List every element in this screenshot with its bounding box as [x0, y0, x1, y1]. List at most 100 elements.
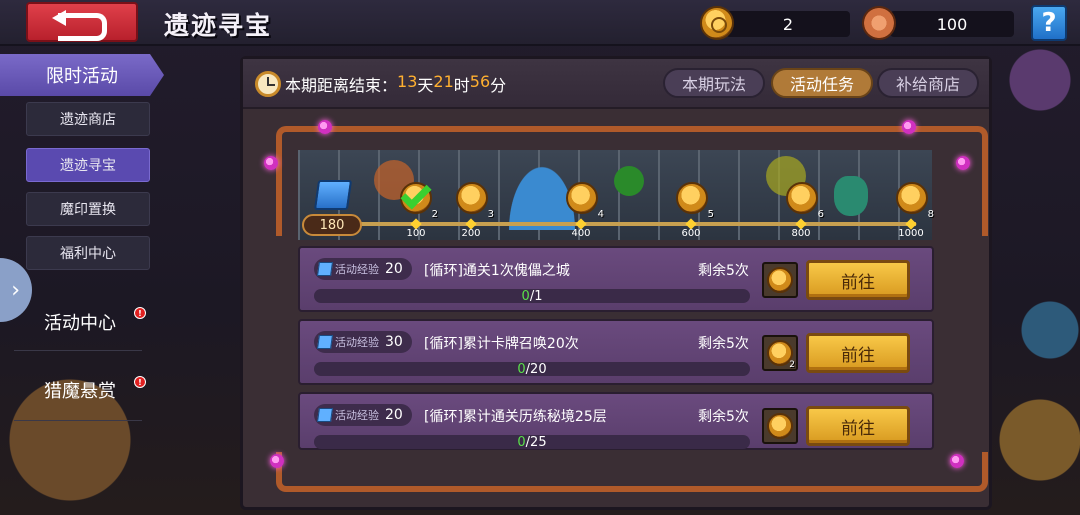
gold-coin-icon: [896, 182, 928, 214]
track-reward-chest[interactable]: 5: [674, 182, 714, 220]
task-reward-item[interactable]: [762, 408, 798, 444]
task-progress-bar: 0 /25: [314, 434, 750, 450]
sidebar-item-seal-exchange[interactable]: 魔印置换: [26, 192, 150, 226]
task-reward-item[interactable]: [762, 262, 798, 298]
task-progress-total: /1: [529, 288, 543, 304]
green-potion-decoration: [614, 166, 644, 196]
milestone-label: 400: [571, 228, 591, 239]
experience-book-icon: [317, 262, 333, 276]
gold-coin-icon: [676, 182, 708, 214]
activity-center-alert-icon: !: [134, 307, 146, 319]
task-remaining: 剩余5次: [698, 336, 749, 352]
tab-event-tasks[interactable]: 活动任务: [771, 68, 873, 98]
currency-coin-display: 2: [726, 11, 850, 37]
track-progress-value: 180: [302, 214, 362, 236]
go-button[interactable]: 前往: [806, 260, 910, 300]
task-progress-total: /25: [525, 434, 547, 450]
task-name: [循环]通关1次傀儡之城: [424, 263, 570, 279]
sidebar-section-limited-events[interactable]: 限时活动: [0, 54, 164, 96]
go-button[interactable]: 前往: [806, 333, 910, 373]
milestone-label: 100: [406, 228, 426, 239]
task-progress-bar: 0 /20: [314, 361, 750, 377]
track-reward-chest[interactable]: 8: [894, 182, 934, 220]
milestone-label: 1000: [898, 228, 924, 239]
countdown-prefix: 本期距离结束：: [285, 76, 398, 95]
exp-label: 活动经验: [335, 336, 379, 349]
task-progress-done: 0: [517, 434, 526, 450]
track-reward-chest[interactable]: 2: [398, 178, 438, 220]
sidebar-item-relic-shop[interactable]: 遗迹商店: [26, 102, 150, 136]
exp-value: 30: [385, 334, 403, 350]
track-progress-line: [360, 222, 916, 226]
pink-gem-icon: [950, 454, 964, 468]
gold-coin-icon: [566, 182, 598, 214]
chevron-right-icon: ›: [11, 277, 20, 303]
task-row: 活动经验 20 [循环]通关1次傀儡之城 剩余5次 0 /1 前往: [298, 246, 934, 312]
milestone-label: 800: [791, 228, 811, 239]
top-bar: 遗迹寻宝 2 100 ?: [0, 0, 1080, 46]
task-progress-total: /20: [525, 361, 547, 377]
task-reward-item[interactable]: 2: [762, 335, 798, 371]
exp-value: 20: [385, 407, 403, 423]
reward-count: 3: [487, 209, 494, 220]
countdown-minutes-unit: 分: [490, 76, 507, 95]
exp-label: 活动经验: [335, 263, 379, 276]
experience-book-icon: [313, 180, 353, 210]
help-button[interactable]: ?: [1031, 5, 1067, 41]
task-progress-done: 0: [521, 288, 530, 304]
currency-medal-value: 100: [936, 14, 968, 34]
task-name: [循环]累计卡牌召唤20次: [424, 336, 579, 352]
task-remaining: 剩余5次: [698, 263, 749, 279]
back-arrow-icon: [52, 10, 112, 41]
tab-supply-shop[interactable]: 补给商店: [877, 68, 979, 98]
task-row: 活动经验 30 [循环]累计卡牌召唤20次 剩余5次 0 /20 2 前往: [298, 319, 934, 385]
currency-medal-display: 100: [890, 11, 1014, 37]
exp-value: 20: [385, 261, 403, 277]
countdown-hours: 21: [433, 72, 454, 91]
reward-count: 5: [707, 209, 714, 220]
sidebar-divider: [14, 420, 142, 421]
sidebar-activity-center[interactable]: 活动中心: [10, 302, 150, 342]
panel-header: 本期距离结束： 13 天 21 时 56 分 本期玩法 活动任务 补给商店: [243, 59, 989, 109]
page-title: 遗迹寻宝: [164, 11, 273, 40]
medal-currency-icon: [862, 6, 896, 40]
gold-coin-icon: [700, 6, 734, 40]
sidebar-demon-bounty[interactable]: 猎魔悬赏: [10, 370, 150, 410]
exp-reward-pill: 活动经验 30: [314, 331, 412, 353]
gold-coin-icon: [767, 413, 793, 439]
exp-label: 活动经验: [335, 409, 379, 422]
task-progress-done: 0: [517, 361, 526, 377]
reward-count: 8: [927, 209, 934, 220]
sidebar-divider: [14, 350, 142, 351]
milestone-label: 600: [681, 228, 701, 239]
track-reward-chest[interactable]: 3: [454, 182, 494, 220]
pink-gem-icon: [318, 120, 332, 134]
task-name: [循环]累计通关历练秘境25层: [424, 409, 607, 425]
flask-decoration: [834, 176, 868, 216]
countdown-minutes: 56: [469, 72, 491, 91]
sidebar-item-welfare-center[interactable]: 福利中心: [26, 236, 150, 270]
go-button[interactable]: 前往: [806, 406, 910, 446]
reward-count: 4: [597, 209, 604, 220]
gold-coin-icon: [767, 267, 793, 293]
tab-gameplay[interactable]: 本期玩法: [663, 68, 765, 98]
track-reward-chest[interactable]: 4: [564, 182, 604, 220]
task-progress-bar: 0 /1: [314, 288, 750, 304]
pink-gem-icon: [270, 454, 284, 468]
gold-coin-icon: [786, 182, 818, 214]
reward-count: 6: [817, 209, 824, 220]
milestone-label: 200: [461, 228, 481, 239]
exp-reward-pill: 活动经验 20: [314, 258, 412, 280]
demon-bounty-alert-icon: !: [134, 376, 146, 388]
experience-book-icon: [317, 335, 333, 349]
currency-coin-value: 2: [782, 14, 794, 34]
pink-gem-icon: [902, 120, 916, 134]
countdown-days: 13: [397, 72, 418, 91]
pink-gem-icon: [264, 156, 278, 170]
experience-book-icon: [317, 408, 333, 422]
countdown-days-unit: 天: [417, 76, 434, 95]
track-reward-chest[interactable]: 6: [784, 182, 824, 220]
sidebar-item-relic-treasure[interactable]: 遗迹寻宝: [26, 148, 150, 182]
back-button[interactable]: [26, 2, 138, 42]
gold-coin-icon: [456, 182, 488, 214]
